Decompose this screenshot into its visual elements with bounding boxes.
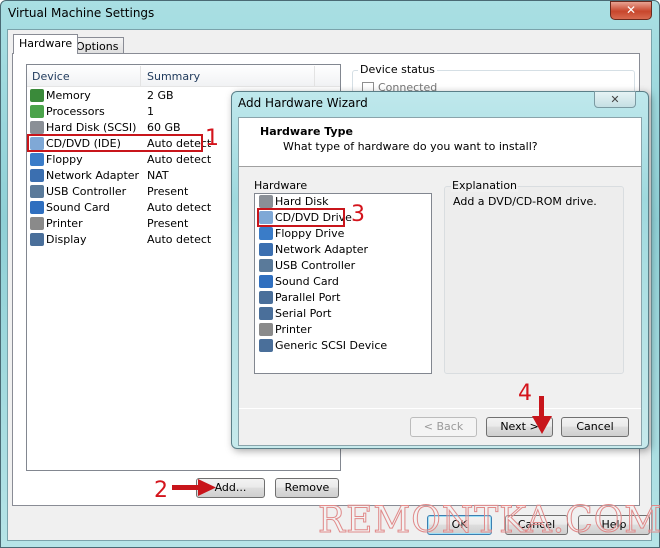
wizard-separator xyxy=(239,408,641,409)
device-name: Network Adapter xyxy=(46,169,140,182)
hard-disk-icon xyxy=(259,195,273,208)
floppy-icon xyxy=(30,153,44,166)
device-name: Floppy xyxy=(46,153,83,166)
device-summary: Present xyxy=(147,185,189,198)
device-name: Display xyxy=(46,233,87,246)
watermark: REMONTKA.COM xyxy=(317,500,660,542)
hardware-item-label: Network Adapter xyxy=(275,243,369,256)
device-summary: NAT xyxy=(147,169,169,182)
device-name: Printer xyxy=(46,217,83,230)
hardware-item-label: Generic SCSI Device xyxy=(275,339,388,352)
window-title: Virtual Machine Settings xyxy=(8,6,155,20)
device-name: Hard Disk (SCSI) xyxy=(46,121,137,134)
device-summary: 60 GB xyxy=(147,121,181,134)
memory-icon xyxy=(30,89,44,102)
wizard-title: Add Hardware Wizard xyxy=(238,96,368,110)
hardware-item[interactable]: Generic SCSI Device xyxy=(259,338,429,354)
scsi-icon xyxy=(259,339,273,352)
hardware-item-label: Parallel Port xyxy=(275,291,341,304)
device-name: Sound Card xyxy=(46,201,110,214)
hardware-label: Hardware xyxy=(254,179,308,192)
hardware-item[interactable]: Serial Port xyxy=(259,306,429,322)
step-1-label: 1 xyxy=(205,126,219,151)
device-summary: Present xyxy=(147,217,189,230)
highlight-cd-dvd-drive xyxy=(257,208,345,227)
network-icon xyxy=(30,169,44,182)
hardware-item-label: Serial Port xyxy=(275,307,332,320)
device-summary: Auto detect xyxy=(147,233,212,246)
highlight-cd-dvd-row xyxy=(27,134,203,152)
sound-icon xyxy=(30,201,44,214)
column-header-device[interactable]: Device xyxy=(32,70,70,83)
hardware-item-label: Sound Card xyxy=(275,275,339,288)
hardware-item[interactable]: Parallel Port xyxy=(259,290,429,306)
hardware-item-label: Printer xyxy=(275,323,312,336)
back-button[interactable]: < Back xyxy=(410,417,477,437)
window-close-button[interactable]: ✕ xyxy=(610,1,652,20)
wizard-cancel-button[interactable]: Cancel xyxy=(561,417,629,437)
hard-disk-icon xyxy=(30,121,44,134)
printer-icon xyxy=(30,217,44,230)
processor-icon xyxy=(30,105,44,118)
parallel-port-icon xyxy=(259,291,273,304)
device-name: Memory xyxy=(46,89,91,102)
usb-icon xyxy=(259,259,273,272)
hardware-item-label: USB Controller xyxy=(275,259,356,272)
column-divider xyxy=(314,66,315,86)
arrow-head xyxy=(532,416,552,434)
arrow-down-icon xyxy=(532,396,552,434)
device-summary: 2 GB xyxy=(147,89,174,102)
step-3-label: 3 xyxy=(351,202,365,227)
floppy-icon xyxy=(259,227,273,240)
explanation-group xyxy=(444,186,624,374)
printer-icon xyxy=(259,323,273,336)
display-icon xyxy=(30,233,44,246)
hardware-item[interactable]: USB Controller xyxy=(259,258,429,274)
step-2-label: 2 xyxy=(154,478,168,503)
tab-hardware[interactable]: Hardware xyxy=(13,34,79,54)
device-summary: Auto detect xyxy=(147,201,212,214)
wizard-close-button[interactable]: ✕ xyxy=(594,91,636,108)
device-summary: 1 xyxy=(147,105,154,118)
wizard-subheading: What type of hardware do you want to ins… xyxy=(283,140,538,153)
arrow-head xyxy=(198,479,216,496)
remove-button[interactable]: Remove xyxy=(275,478,339,498)
hardware-item-label: Floppy Drive xyxy=(275,227,345,240)
column-divider xyxy=(140,66,141,86)
wizard-heading: Hardware Type xyxy=(260,125,353,138)
device-name: Processors xyxy=(46,105,105,118)
hardware-item[interactable]: Sound Card xyxy=(259,274,429,290)
sound-icon xyxy=(259,275,273,288)
hardware-item[interactable]: Printer xyxy=(259,322,429,338)
hardware-item-label: Hard Disk xyxy=(275,195,329,208)
device-status-label: Device status xyxy=(358,63,437,76)
step-4-label: 4 xyxy=(518,381,532,406)
network-icon xyxy=(259,243,273,256)
device-name: USB Controller xyxy=(46,185,127,198)
usb-icon xyxy=(30,185,44,198)
column-header-summary[interactable]: Summary xyxy=(147,70,200,83)
arrow-shaft xyxy=(172,485,200,490)
explanation-text: Add a DVD/CD-ROM drive. xyxy=(453,195,597,208)
device-summary: Auto detect xyxy=(147,153,212,166)
serial-port-icon xyxy=(259,307,273,320)
hardware-item[interactable]: Network Adapter xyxy=(259,242,429,258)
hardware-item[interactable]: Floppy Drive xyxy=(259,226,429,242)
explanation-label: Explanation xyxy=(451,179,519,192)
arrow-right-icon xyxy=(172,479,216,496)
